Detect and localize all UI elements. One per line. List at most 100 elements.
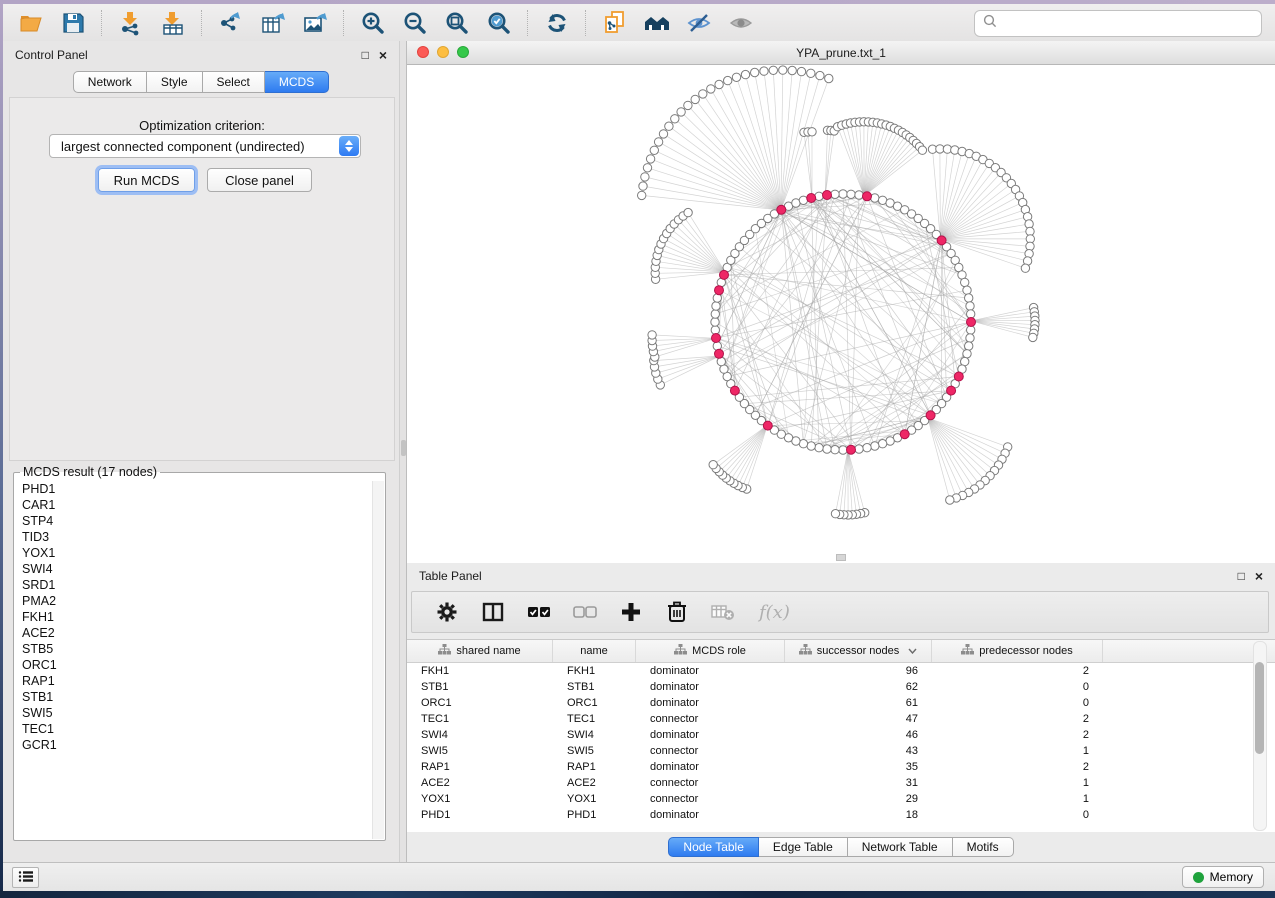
zoom-selected-icon[interactable] <box>485 9 513 37</box>
table-cell[interactable]: ACE2 <box>407 777 553 789</box>
table-cell[interactable]: PHD1 <box>407 809 553 821</box>
column-header-successor-nodes[interactable]: successor nodes <box>785 640 932 662</box>
table-cell[interactable]: 1 <box>932 745 1103 757</box>
tab-network-table[interactable]: Network Table <box>848 837 953 857</box>
refresh-icon[interactable] <box>543 9 571 37</box>
table-cell[interactable]: FKH1 <box>553 665 636 677</box>
mcds-result-item[interactable]: ORC1 <box>22 657 373 673</box>
table-cell[interactable]: 0 <box>932 681 1103 693</box>
zoom-out-icon[interactable] <box>401 9 429 37</box>
table-cell[interactable]: YOX1 <box>407 793 553 805</box>
table-cell[interactable]: STB1 <box>553 681 636 693</box>
import-network-icon[interactable] <box>117 9 145 37</box>
mcds-result-item[interactable]: GCR1 <box>22 737 373 753</box>
table-row[interactable]: STB1STB1dominator620 <box>407 679 1275 695</box>
float-table-panel-icon[interactable]: □ <box>1238 570 1245 582</box>
zoom-in-icon[interactable] <box>359 9 387 37</box>
table-cell[interactable]: ORC1 <box>407 697 553 709</box>
table-cell[interactable]: TEC1 <box>553 713 636 725</box>
import-table-icon[interactable] <box>159 9 187 37</box>
table-row[interactable]: SWI5SWI5connector431 <box>407 743 1275 759</box>
table-cell[interactable]: 1 <box>932 793 1103 805</box>
table-cell[interactable]: connector <box>636 777 785 789</box>
table-cell[interactable]: dominator <box>636 761 785 773</box>
close-panel-icon[interactable]: × <box>379 48 387 62</box>
column-header-shared-name[interactable]: shared name <box>407 640 553 662</box>
table-cell[interactable]: TEC1 <box>407 713 553 725</box>
mcds-result-item[interactable]: RAP1 <box>22 673 373 689</box>
mcds-result-item[interactable]: ACE2 <box>22 625 373 641</box>
table-cell[interactable]: 2 <box>932 713 1103 725</box>
table-scrollbar[interactable] <box>1253 641 1267 831</box>
mcds-result-item[interactable]: PMA2 <box>22 593 373 609</box>
table-cell[interactable]: ACE2 <box>553 777 636 789</box>
table-cell[interactable]: 2 <box>932 761 1103 773</box>
table-cell[interactable]: SWI4 <box>553 729 636 741</box>
table-cell[interactable]: RAP1 <box>553 761 636 773</box>
splitter-handle[interactable] <box>401 440 406 456</box>
export-image-icon[interactable] <box>301 9 329 37</box>
close-window-icon[interactable] <box>417 46 429 58</box>
table-row[interactable]: ORC1ORC1dominator610 <box>407 695 1275 711</box>
table-row[interactable]: RAP1RAP1dominator352 <box>407 759 1275 775</box>
column-header-name[interactable]: name <box>553 640 636 662</box>
table-cell[interactable]: dominator <box>636 665 785 677</box>
table-cell[interactable]: 46 <box>785 729 932 741</box>
status-menu-button[interactable] <box>12 867 39 888</box>
mcds-result-item[interactable]: STB5 <box>22 641 373 657</box>
table-row[interactable]: FKH1FKH1dominator962 <box>407 663 1275 679</box>
table-cell[interactable]: dominator <box>636 809 785 821</box>
table-scrollbar-thumb[interactable] <box>1255 662 1264 754</box>
network-split-handle[interactable] <box>836 554 846 561</box>
tab-node-table[interactable]: Node Table <box>668 837 759 857</box>
table-cell[interactable]: 2 <box>932 729 1103 741</box>
table-cell[interactable]: YOX1 <box>553 793 636 805</box>
close-table-panel-icon[interactable]: × <box>1255 569 1263 583</box>
mcds-result-item[interactable]: SRD1 <box>22 577 373 593</box>
table-cell[interactable]: 47 <box>785 713 932 725</box>
column-layout-icon[interactable] <box>480 599 506 625</box>
table-cell[interactable]: 31 <box>785 777 932 789</box>
tab-style[interactable]: Style <box>147 71 203 93</box>
tab-motifs[interactable]: Motifs <box>953 837 1014 857</box>
table-settings-icon[interactable] <box>434 599 460 625</box>
table-cell[interactable]: connector <box>636 793 785 805</box>
table-cell[interactable]: RAP1 <box>407 761 553 773</box>
table-row[interactable]: YOX1YOX1connector291 <box>407 791 1275 807</box>
table-row[interactable]: PHD1PHD1dominator180 <box>407 807 1275 823</box>
mcds-result-item[interactable]: STP4 <box>22 513 373 529</box>
tab-mcds[interactable]: MCDS <box>265 71 329 93</box>
open-folder-icon[interactable] <box>17 9 45 37</box>
table-cell[interactable]: 35 <box>785 761 932 773</box>
mcds-result-item[interactable]: TID3 <box>22 529 373 545</box>
hide-selected-icon[interactable] <box>685 9 713 37</box>
table-cell[interactable]: ORC1 <box>553 697 636 709</box>
table-cell[interactable]: 61 <box>785 697 932 709</box>
table-cell[interactable]: 62 <box>785 681 932 693</box>
table-cell[interactable]: FKH1 <box>407 665 553 677</box>
zoom-fit-icon[interactable] <box>443 9 471 37</box>
search-input[interactable] <box>1003 16 1253 32</box>
first-neighbors-icon[interactable] <box>643 9 671 37</box>
mcds-result-item[interactable]: TEC1 <box>22 721 373 737</box>
copy-network-icon[interactable] <box>601 9 629 37</box>
criterion-dropdown[interactable]: largest connected component (undirected) <box>49 134 361 158</box>
network-graph[interactable] <box>407 65 1275 563</box>
table-cell[interactable]: 43 <box>785 745 932 757</box>
mcds-result-item[interactable]: SWI5 <box>22 705 373 721</box>
save-icon[interactable] <box>59 9 87 37</box>
tab-network[interactable]: Network <box>73 71 147 93</box>
export-network-icon[interactable] <box>217 9 245 37</box>
table-cell[interactable]: dominator <box>636 681 785 693</box>
network-titlebar[interactable]: YPA_prune.txt_1 <box>407 41 1275 65</box>
mcds-result-item[interactable]: YOX1 <box>22 545 373 561</box>
mcds-result-item[interactable]: SWI4 <box>22 561 373 577</box>
maximize-window-icon[interactable] <box>457 46 469 58</box>
table-cell[interactable]: dominator <box>636 729 785 741</box>
column-header-MCDS-role[interactable]: MCDS role <box>636 640 785 662</box>
mcds-result-scrollbar[interactable] <box>372 481 384 839</box>
minimize-window-icon[interactable] <box>437 46 449 58</box>
table-cell[interactable]: 0 <box>932 809 1103 821</box>
mcds-result-item[interactable]: CAR1 <box>22 497 373 513</box>
table-cell[interactable]: 2 <box>932 665 1103 677</box>
